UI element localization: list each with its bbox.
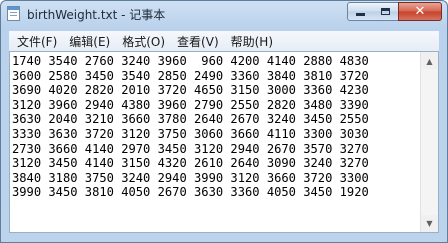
menu-view[interactable]: 查看(V) [171, 33, 225, 50]
text-line: 3630 2040 3210 3660 3780 2640 2670 3240 … [12, 112, 369, 127]
window-title: birthWeight.txt - 记事本 [27, 8, 166, 22]
minimize-icon [356, 13, 365, 16]
close-button[interactable]: ✕ [398, 2, 442, 21]
text-line: 3120 3960 2940 4380 3960 2790 2550 2820 … [12, 97, 369, 112]
menu-format[interactable]: 格式(O) [116, 33, 171, 50]
maximize-icon [381, 8, 390, 15]
text-line: 3840 3180 3750 3240 2940 3990 3120 3660 … [12, 170, 369, 185]
scroll-down-icon[interactable]: ▼ [422, 215, 437, 231]
text-line: 3600 2580 3450 3540 2850 2490 3360 3840 … [12, 68, 369, 83]
menu-help[interactable]: 帮助(H) [225, 33, 279, 50]
text-line: 1740 3540 2760 3240 3960 960 4200 4140 2… [12, 54, 369, 68]
menu-edit[interactable]: 编辑(E) [63, 33, 116, 50]
text-content[interactable]: 1740 3540 2760 3240 3960 960 4200 4140 2… [12, 54, 421, 230]
title-bar[interactable]: birthWeight.txt - 记事本 ✕ [1, 1, 447, 27]
scroll-track[interactable] [421, 69, 438, 215]
menu-file[interactable]: 文件(F) [11, 33, 63, 50]
text-line: 3690 4020 2820 2010 3720 4650 3150 3000 … [12, 83, 369, 98]
notepad-window: birthWeight.txt - 记事本 ✕ 文件(F) 编辑(E) 格式(O… [0, 0, 448, 243]
menu-bar: 文件(F) 编辑(E) 格式(O) 查看(V) 帮助(H) [9, 31, 439, 51]
text-line: 2730 3660 4140 2970 3450 3120 2940 2670 … [12, 141, 369, 156]
vertical-scrollbar[interactable]: ▲ ▼ [420, 52, 438, 232]
close-icon: ✕ [414, 4, 426, 19]
minimize-button[interactable] [347, 2, 374, 21]
text-editor[interactable]: 1740 3540 2760 3240 3960 960 4200 4140 2… [9, 51, 439, 233]
text-line: 3120 3450 4140 3150 4320 2610 2640 3090 … [12, 156, 369, 171]
maximize-button[interactable] [373, 2, 399, 21]
text-line: 3330 3630 3720 3120 3750 3060 3660 4110 … [12, 126, 369, 141]
notepad-icon[interactable] [7, 6, 20, 21]
text-line: 3990 3450 3810 4050 2670 3630 3360 4050 … [12, 185, 369, 200]
scroll-up-icon[interactable]: ▲ [422, 53, 437, 69]
